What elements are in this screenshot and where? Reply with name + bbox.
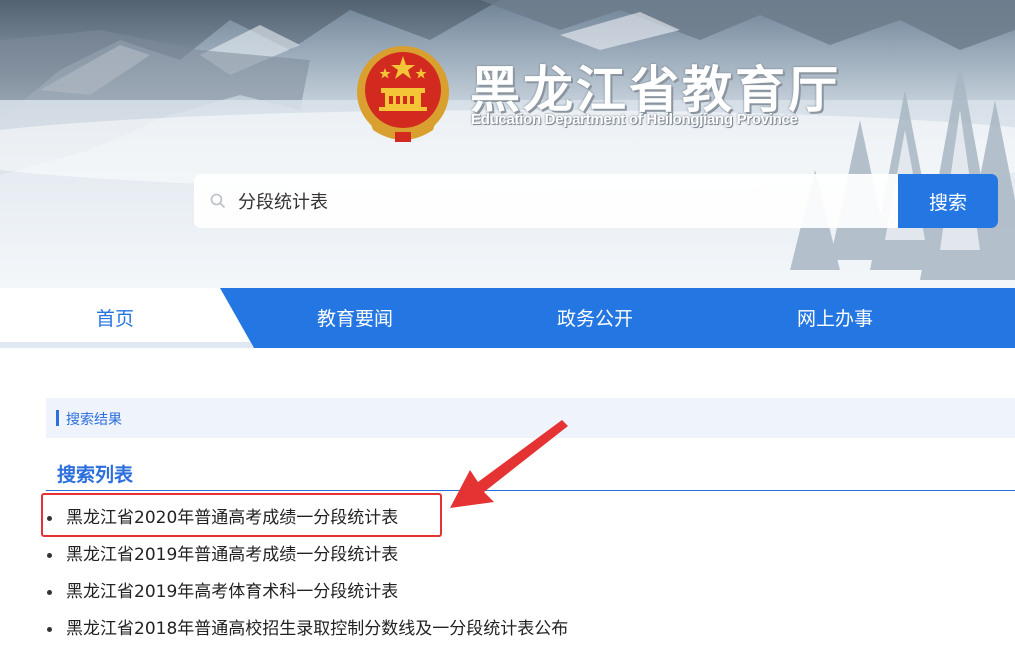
site-subtitle: Education Department of Heilongjiang Pro…	[471, 111, 798, 128]
result-link[interactable]: 黑龙江省2018年普通高校招生录取控制分数线及一分段统计表公布	[46, 611, 568, 648]
result-link-text: 黑龙江省2019年高考体育术科一分段统计表	[66, 582, 399, 602]
search-button[interactable]: 搜索	[898, 174, 998, 228]
nav-item-government-affairs[interactable]: 政务公开	[510, 288, 680, 348]
result-link[interactable]: 黑龙江省2019年普通高考成绩一分段统计表	[46, 537, 568, 574]
header-banner: 黑龙江省教育厅 Education Department of Heilongj…	[0, 0, 1015, 288]
search-bar	[194, 174, 899, 228]
nav-item-education-news[interactable]: 教育要闻	[270, 288, 440, 348]
highlight-box	[41, 493, 442, 537]
bullet-icon	[47, 553, 52, 558]
main-nav: 首页 教育要闻 政务公开 网上办事	[0, 288, 1015, 348]
bullet-icon	[47, 590, 52, 595]
result-link-text: 黑龙江省2018年普通高校招生录取控制分数线及一分段统计表公布	[66, 619, 569, 639]
bullet-icon	[47, 627, 52, 632]
search-icon	[210, 193, 226, 209]
section-label: 搜索结果	[66, 412, 122, 428]
list-title: 搜索列表	[57, 464, 134, 486]
result-link[interactable]: 黑龙江省2019年高考体育术科一分段统计表	[46, 574, 568, 611]
nav-item-online-services[interactable]: 网上办事	[750, 288, 920, 348]
mountain-landscape-background	[0, 0, 1015, 288]
nav-item-home[interactable]: 首页	[30, 288, 200, 348]
search-input[interactable]	[238, 186, 878, 216]
red-arrow-icon	[450, 420, 568, 508]
section-marker	[56, 410, 59, 426]
result-link-text: 黑龙江省2019年普通高考成绩一分段统计表	[66, 545, 399, 565]
national-emblem-icon	[357, 46, 449, 142]
